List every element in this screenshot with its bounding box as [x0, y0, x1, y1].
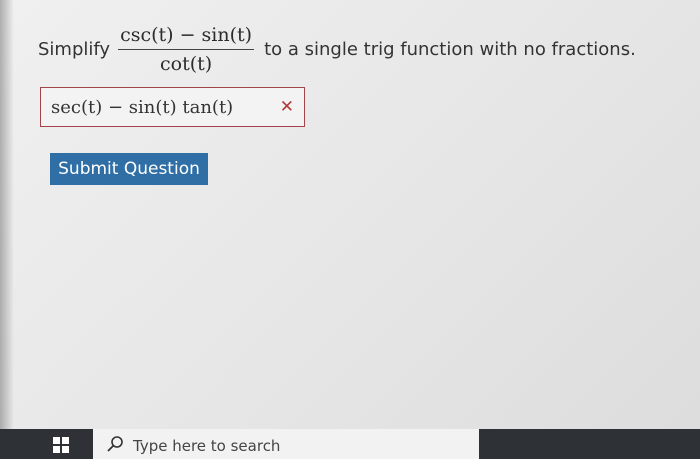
fraction-numerator: csc(t) − sin(t): [120, 23, 253, 46]
incorrect-x-icon: ✕: [279, 97, 294, 117]
search-placeholder: Type here to search: [133, 437, 281, 455]
screen-edge-shadow: [0, 0, 14, 459]
answer-value: sec(t) − sin(t) tan(t): [51, 96, 234, 118]
taskbar-search-box[interactable]: Type here to search: [93, 429, 479, 459]
fraction-denominator: cot(t): [159, 52, 213, 75]
windows-taskbar: Type here to search: [0, 429, 700, 459]
windows-logo-icon[interactable]: [53, 437, 69, 453]
prompt-instruction-text: to a single trig function with no fracti…: [264, 38, 636, 60]
submit-question-button[interactable]: Submit Question: [50, 153, 208, 185]
answer-input[interactable]: sec(t) − sin(t) tan(t) ✕: [40, 87, 305, 127]
expression-fraction: csc(t) − sin(t) cot(t): [118, 23, 255, 75]
search-icon: [105, 434, 125, 454]
question-prompt: Simplify csc(t) − sin(t) cot(t) to a sin…: [38, 14, 636, 84]
prompt-simplify-text: Simplify: [38, 38, 111, 60]
